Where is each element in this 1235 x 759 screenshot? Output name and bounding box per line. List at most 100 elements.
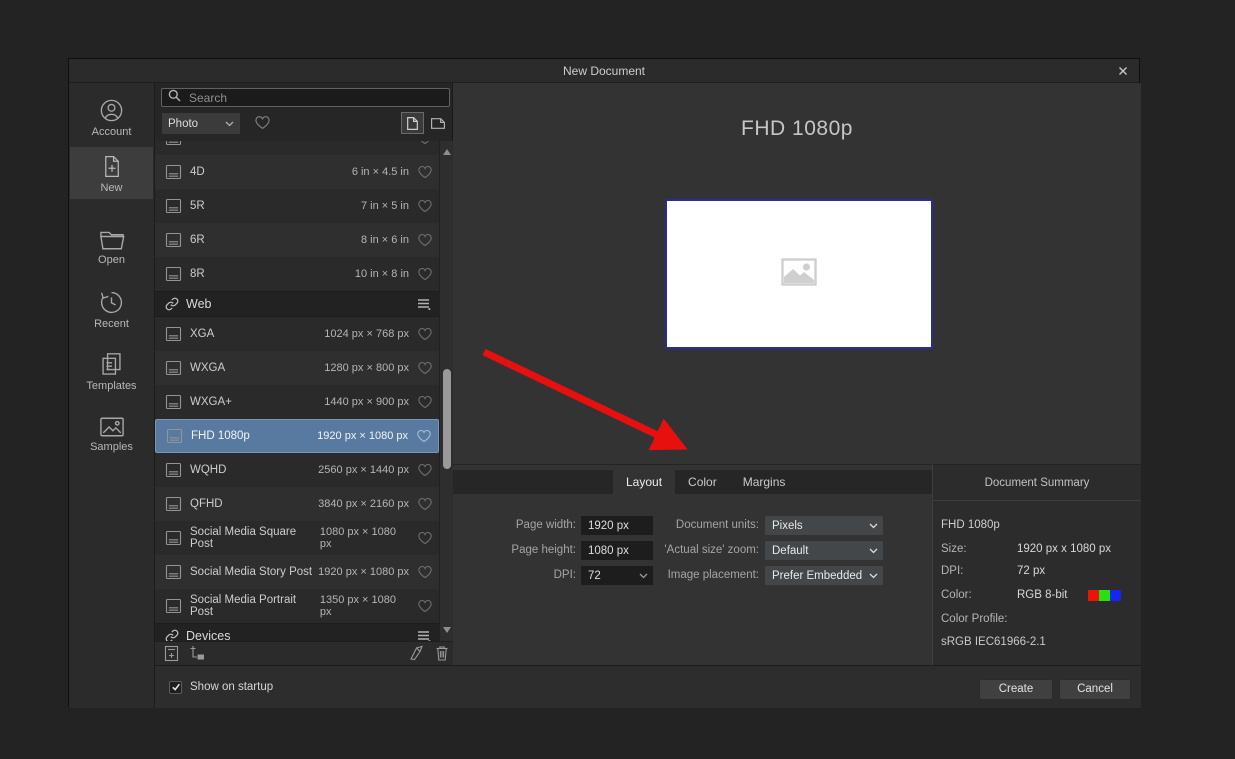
document-summary-panel: Document Summary FHD 1080p Size: 1920 px… xyxy=(932,464,1141,665)
portrait-view-toggle-icon[interactable] xyxy=(401,112,424,134)
add-preset-icon[interactable] xyxy=(164,645,179,667)
preset-list-item[interactable]: 6R 8 in × 6 in xyxy=(155,223,439,257)
favorite-heart-icon[interactable] xyxy=(417,361,433,375)
dialog-titlebar[interactable]: New Document xyxy=(69,59,1139,83)
favorites-filter-heart-icon[interactable] xyxy=(254,115,271,135)
section-menu-icon[interactable] xyxy=(417,630,431,641)
preset-list-item[interactable]: Social Media Square Post 1080 px × 1080 p… xyxy=(155,521,439,555)
preset-section-header[interactable]: Web xyxy=(155,291,439,317)
preset-list-item[interactable]: Social Media Story Post 1920 px × 1080 px xyxy=(155,555,439,589)
account-icon xyxy=(98,97,125,124)
preset-section-header[interactable]: Devices xyxy=(155,623,439,641)
scrollbar-thumb[interactable] xyxy=(443,369,451,469)
preset-name: 8R xyxy=(190,268,205,280)
favorite-heart-icon[interactable] xyxy=(417,141,433,145)
preset-list-item[interactable]: WQHD 2560 px × 1440 px xyxy=(155,453,439,487)
color-swatch xyxy=(1110,589,1121,601)
summary-profile-label: Color Profile: xyxy=(941,613,1008,625)
actual-size-zoom-dropdown[interactable]: Default xyxy=(765,541,883,560)
page-height-label: Page height: xyxy=(511,544,576,556)
color-swatch xyxy=(1088,589,1099,601)
favorite-heart-icon[interactable] xyxy=(417,233,433,247)
dpi-label: DPI: xyxy=(553,569,576,581)
sidebar-item-new[interactable]: New xyxy=(70,147,153,199)
preset-size: 1920 px × 1080 px xyxy=(317,430,408,442)
landscape-view-toggle-icon[interactable] xyxy=(426,112,449,134)
settings-tabs: Layout Color Margins xyxy=(453,470,932,494)
dialog-title: New Document xyxy=(562,64,646,78)
preset-size: 8 in × 6 in xyxy=(360,234,409,246)
sidebar-item-account[interactable]: Account xyxy=(70,91,153,143)
preset-name: 5R xyxy=(190,200,205,212)
favorite-heart-icon[interactable] xyxy=(417,395,433,409)
summary-dpi-label: DPI: xyxy=(941,565,964,577)
preset-list-item[interactable]: 5R 7 in × 5 in xyxy=(155,189,439,223)
preset-list-item[interactable]: FHD 1080p 1920 px × 1080 px xyxy=(155,419,439,453)
preset-list-item[interactable]: QFHD 3840 px × 2160 px xyxy=(155,487,439,521)
preset-list-item[interactable]: Social Media Portrait Post 1350 px × 1080… xyxy=(155,589,439,623)
favorite-heart-icon[interactable] xyxy=(417,267,433,281)
scroll-up-icon[interactable] xyxy=(442,143,452,161)
preset-size: 2560 px × 1440 px xyxy=(318,464,409,476)
document-units-dropdown[interactable]: Pixels xyxy=(765,516,883,535)
preset-name: QFHD xyxy=(190,498,223,510)
summary-profile-value: sRGB IEC61966-2.1 xyxy=(941,636,1046,648)
add-category-icon[interactable] xyxy=(188,645,207,666)
preset-list-item[interactable]: 8R 10 in × 8 in xyxy=(155,257,439,291)
preset-size: 3840 px × 2160 px xyxy=(318,498,409,510)
search-box[interactable] xyxy=(161,88,450,107)
sidebar-item-label: Templates xyxy=(86,379,137,392)
preset-doc-icon xyxy=(165,232,182,248)
summary-size-label: Size: xyxy=(941,543,967,555)
create-button[interactable]: Create xyxy=(979,679,1053,700)
summary-doc-name: FHD 1080p xyxy=(941,519,1000,531)
close-icon[interactable] xyxy=(1116,64,1130,78)
preset-list-item[interactable]: XGA 1024 px × 768 px xyxy=(155,317,439,351)
tab-margins[interactable]: Margins xyxy=(730,470,799,494)
tab-color[interactable]: Color xyxy=(675,470,730,494)
favorite-heart-icon[interactable] xyxy=(417,327,433,341)
preset-list-item[interactable]: 4D 6 in × 4.5 in xyxy=(155,155,439,189)
filter-row: Photo xyxy=(161,112,450,135)
sidebar-item-open[interactable]: Open xyxy=(70,221,153,273)
favorite-heart-icon[interactable] xyxy=(417,199,433,213)
sidebar-item-templates[interactable]: Templates xyxy=(70,345,153,397)
search-input[interactable] xyxy=(187,89,443,106)
preset-size: 1920 px × 1080 px xyxy=(318,566,409,578)
samples-icon xyxy=(98,415,126,439)
preset-list-item[interactable]: WXGA+ 1440 px × 900 px xyxy=(155,385,439,419)
sidebar-item-samples[interactable]: Samples xyxy=(70,408,153,460)
list-scrollbar[interactable] xyxy=(439,141,453,641)
checkbox-check-icon[interactable] xyxy=(169,680,182,694)
preset-name: 6R xyxy=(190,234,205,246)
section-name: Web xyxy=(186,297,212,311)
show-on-startup-checkbox[interactable]: Show on startup xyxy=(169,666,273,708)
page-width-label: Page width: xyxy=(515,519,576,531)
preset-doc-icon xyxy=(165,530,182,546)
sidebar-item-label: New xyxy=(100,181,123,194)
category-dropdown[interactable]: Photo xyxy=(162,113,240,134)
delete-preset-icon[interactable] xyxy=(435,645,449,667)
preset-doc-icon xyxy=(165,496,182,512)
favorite-heart-icon[interactable] xyxy=(417,497,433,511)
preset-doc-icon xyxy=(165,462,182,478)
link-icon xyxy=(165,297,179,311)
favorite-heart-icon[interactable] xyxy=(417,165,433,179)
sidebar-item-recent[interactable]: Recent xyxy=(70,283,153,335)
favorite-heart-icon[interactable] xyxy=(417,463,433,477)
preset-list-item[interactable]: WXGA 1280 px × 800 px xyxy=(155,351,439,385)
tab-layout[interactable]: Layout xyxy=(613,470,676,494)
recent-icon xyxy=(98,289,125,316)
favorite-heart-icon[interactable] xyxy=(416,429,432,443)
preset-list-item[interactable] xyxy=(155,141,439,155)
favorite-heart-icon[interactable] xyxy=(417,565,433,579)
sidebar-item-label: Recent xyxy=(94,317,129,330)
image-placement-dropdown[interactable]: Prefer Embedded xyxy=(765,566,883,585)
section-menu-icon[interactable] xyxy=(417,298,431,310)
favorite-heart-icon[interactable] xyxy=(417,599,433,613)
link-icon xyxy=(165,629,179,641)
scroll-down-icon[interactable] xyxy=(442,621,452,639)
edit-preset-icon[interactable] xyxy=(408,645,425,667)
cancel-button[interactable]: Cancel xyxy=(1059,679,1131,700)
favorite-heart-icon[interactable] xyxy=(417,531,433,545)
